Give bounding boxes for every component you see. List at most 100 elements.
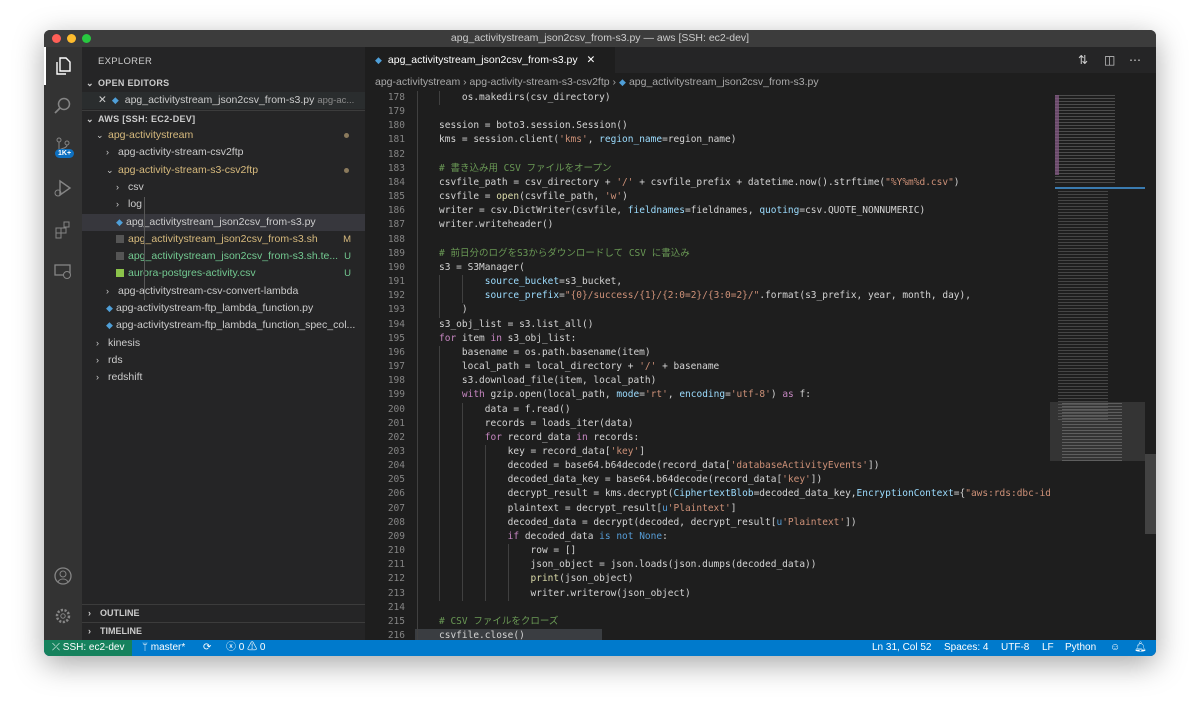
open-editors-section[interactable]: ⌄ OPEN EDITORS	[82, 75, 365, 92]
source-control-icon[interactable]: 1K+	[44, 127, 82, 165]
settings-gear-icon[interactable]	[44, 597, 82, 635]
tree-item[interactable]: › kinesis	[82, 335, 365, 352]
tree-item[interactable]: apg_activitystream_json2csv_from-s3.sh M	[82, 231, 365, 248]
code-line[interactable]: 179	[365, 105, 1050, 120]
code-line[interactable]: 197 local_path = local_directory + '/' +…	[365, 360, 1050, 375]
code-line[interactable]: 199 with gzip.open(local_path, mode='rt'…	[365, 388, 1050, 403]
tree-item[interactable]: ⌄ apg-activitystream	[82, 127, 365, 144]
code-line[interactable]: 180 session = boto3.session.Session()	[365, 119, 1050, 134]
vertical-scrollbar[interactable]	[1145, 91, 1156, 640]
language-mode[interactable]: Python	[1065, 640, 1096, 656]
tab-active-file[interactable]: ◆ apg_activitystream_json2csv_from-s3.py…	[365, 47, 615, 73]
tree-item[interactable]: ◆ apg-activitystream-ftp_lambda_function.…	[82, 300, 365, 317]
minimap[interactable]	[1050, 91, 1146, 640]
open-changes-icon[interactable]: ⇅	[1078, 53, 1088, 67]
timeline-section[interactable]: › TIMELINE	[82, 622, 365, 639]
code-line[interactable]: 189 # 前日分のログをS3からダウンロードして CSV に書込み	[365, 246, 1050, 261]
tree-item[interactable]: aurora-postgres-activity.csv U	[82, 265, 365, 282]
remote-indicator[interactable]: ⤫ SSH: ec2-dev	[44, 640, 132, 656]
code-line[interactable]: 204 decoded = base64.b64decode(record_da…	[365, 459, 1050, 474]
breadcrumb-item[interactable]: apg_activitystream_json2csv_from-s3.py	[629, 76, 819, 88]
close-window-button[interactable]	[52, 34, 61, 43]
code-line[interactable]: 198 s3.download_file(item, local_path)	[365, 374, 1050, 389]
explorer-icon[interactable]	[44, 47, 82, 85]
code-line[interactable]: 215 # CSV ファイルをクローズ	[365, 614, 1050, 630]
tree-item[interactable]: ⌄ apg-activity-stream-s3-csv2ftp	[82, 162, 365, 179]
code-editor[interactable]: 178 os.makedirs(csv_directory) 179 180 sess…	[365, 91, 1050, 640]
extensions-icon[interactable]	[44, 211, 82, 249]
open-editor-item[interactable]: ✕ ◆ apg_activitystream_json2csv_from-s3.p…	[82, 92, 365, 109]
code-line[interactable]: 203 key = record_data['key']	[365, 445, 1050, 460]
tree-item[interactable]: › redshift	[82, 369, 365, 386]
code-line[interactable]: 211 json_object = json.loads(json.dumps(…	[365, 558, 1050, 573]
workspace-section[interactable]: ⌄ AWS [SSH: EC2-DEV]	[82, 110, 365, 127]
code-token: decoded_data_key = base64.b64decode(reco…	[439, 474, 783, 486]
code-line[interactable]: 185 csvfile = open(csvfile_path, 'w')	[365, 190, 1050, 205]
code-line[interactable]: 213 writer.writerow(json_object)	[365, 586, 1050, 601]
encoding[interactable]: UTF-8	[1001, 640, 1029, 656]
tree-item[interactable]: › apg-activitystream-csv-convert-lambda	[82, 283, 365, 300]
remote-explorer-icon[interactable]	[44, 252, 82, 290]
code-line[interactable]: 178 os.makedirs(csv_directory)	[365, 91, 1050, 106]
code-line[interactable]: 201 records = loads_iter(data)	[365, 416, 1050, 431]
split-editor-icon[interactable]: ◫	[1104, 53, 1115, 67]
code-line[interactable]: 182	[365, 147, 1050, 162]
code-line[interactable]: 187 writer.writeheader()	[365, 218, 1050, 233]
code-line[interactable]: 207 plaintext = decrypt_result[u'Plainte…	[365, 501, 1050, 516]
scrollbar-thumb[interactable]	[1145, 454, 1156, 534]
close-editor-icon[interactable]: ✕	[98, 94, 107, 106]
code-line[interactable]: 193 )	[365, 303, 1050, 318]
minimize-window-button[interactable]	[67, 34, 76, 43]
tree-item[interactable]: › csv	[82, 179, 365, 196]
code-line[interactable]: 212 print(json_object)	[365, 572, 1050, 587]
code-line[interactable]: 202 for record_data in records:	[365, 430, 1050, 445]
branch-indicator[interactable]: ᛘ master*	[142, 640, 185, 656]
code-line[interactable]: 216 csvfile.close()	[365, 629, 1050, 640]
breadcrumb-item[interactable]: apg-activitystream	[375, 76, 460, 88]
problems-indicator[interactable]: ⓧ 0 ⚠ 0	[226, 640, 265, 656]
code-line[interactable]: 208 decoded_data = decrypt(decoded, decr…	[365, 515, 1050, 530]
feedback-icon[interactable]: ☺	[1110, 640, 1120, 656]
run-debug-icon[interactable]	[44, 169, 82, 207]
code-line[interactable]: 188	[365, 232, 1050, 247]
account-icon[interactable]	[44, 557, 82, 595]
tree-item[interactable]: › apg-activity-stream-csv2ftp	[82, 144, 365, 161]
tree-item[interactable]: › log	[82, 196, 365, 213]
indentation[interactable]: Spaces: 4	[944, 640, 988, 656]
code-token: '/'	[616, 176, 634, 188]
tree-item[interactable]: ◆ apg-activitystream-ftp_lambda_function_…	[82, 317, 365, 334]
code-token: open	[496, 191, 520, 203]
code-line[interactable]: 183 # 書き込み用 CSV ファイルをオープン	[365, 161, 1050, 176]
code-line[interactable]: 206 decrypt_result = kms.decrypt(Ciphert…	[365, 487, 1050, 502]
tree-item[interactable]: ◆ apg_activitystream_json2csv_from-s3.py	[82, 213, 365, 231]
tree-item[interactable]: › rds	[82, 352, 365, 369]
code-text: decoded_data_key = base64.b64decode(reco…	[439, 473, 823, 487]
code-line[interactable]: 192 source_prefix="{0}/success/{1}/{2:0=…	[365, 289, 1050, 304]
close-tab-icon[interactable]: ✕	[587, 54, 596, 66]
code-line[interactable]: 184 csvfile_path = csv_directory + '/' + …	[365, 175, 1050, 191]
code-line[interactable]: 181 kms = session.client('kms', region_na…	[365, 133, 1050, 148]
code-line[interactable]: 190 s3 = S3Manager(	[365, 260, 1050, 276]
code-line[interactable]: 194 s3_obj_list = s3.list_all()	[365, 317, 1050, 332]
code-line[interactable]: 214	[365, 600, 1050, 615]
code-line[interactable]: 210 row = []	[365, 544, 1050, 559]
code-line[interactable]: 196 basename = os.path.basename(item)	[365, 345, 1050, 361]
code-line[interactable]: 209 if decoded_data is not None:	[365, 529, 1050, 545]
more-actions-icon[interactable]: ⋯	[1129, 53, 1141, 67]
code-line[interactable]: 195 for item in s3_obj_list:	[365, 331, 1050, 346]
code-line[interactable]: 191 source_bucket=s3_bucket,	[365, 275, 1050, 290]
outline-section[interactable]: › OUTLINE	[82, 604, 365, 621]
code-token: records:	[587, 431, 640, 443]
code-line[interactable]: 205 decoded_data_key = base64.b64decode(…	[365, 473, 1050, 488]
breadcrumb-item[interactable]: apg-activity-stream-s3-csv2ftp	[470, 76, 610, 88]
code-line[interactable]: 186 writer = csv.DictWriter(csvfile, fiel…	[365, 204, 1050, 219]
cursor-position[interactable]: Ln 31, Col 52	[872, 640, 932, 656]
indent-guide	[417, 501, 418, 516]
sync-icon[interactable]: ⟳	[203, 640, 211, 656]
tree-item[interactable]: apg_activitystream_json2csv_from-s3.sh.t…	[82, 248, 365, 265]
code-line[interactable]: 200 data = f.read()	[365, 402, 1050, 417]
search-icon[interactable]	[44, 87, 82, 125]
zoom-window-button[interactable]	[82, 34, 91, 43]
notifications-bell-icon[interactable]: 🔔︎	[1134, 640, 1147, 656]
end-of-line[interactable]: LF	[1042, 640, 1054, 656]
